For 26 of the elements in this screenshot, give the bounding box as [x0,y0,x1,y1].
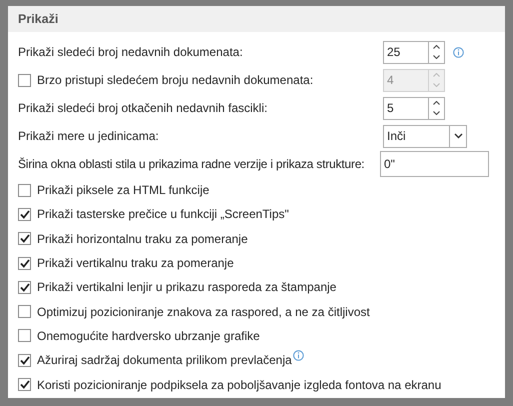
option-label: Prikaži vertikalnu traku za pomeranje [37,256,234,270]
option-label: Prikaži horizontalnu traku za pomeranje [37,232,248,246]
checkbox[interactable] [18,232,31,246]
checkbox[interactable] [18,184,31,197]
option-label: Prikaži mere u jedinicama: [18,129,159,143]
option-label: Prikaži sledeći broj nedavnih dokumenata: [18,45,243,59]
option-label: Onemogućite hardversko ubrzanje grafike [37,328,260,343]
checkbox[interactable] [18,354,31,367]
option-label: Optimizuj pozicioniranje znakova za raspored, a ne za čitljivost [37,304,370,319]
option-label: Prikaži vertikalni lenjir u prikazu rasporeda za štampanje [37,280,336,294]
option-label: Koristi pozicioniranje podpiksela za poboljšavanje izgleda fontova na ekranu [37,378,442,392]
checkbox[interactable] [18,208,31,221]
option-label: Prikaži piksele za HTML funkcije [37,183,210,198]
option-label: Brzo pristupi sledećem broju nedavnih dokumenata: [37,73,314,87]
option-label: Ažuriraj sadržaj dokumenta prilikom prevlačenja [37,353,292,368]
option-label: Prikaži tasterske prečice u funkciji „ScreenTips" [37,207,289,222]
checkbox[interactable] [18,280,31,294]
option-label: Prikaži sledeći broj otkačenih nedavnih fascikli: [18,101,268,115]
option-label: Širina okna oblasti stila u prikazima radne verzije i prikaza strukture: [18,157,364,171]
checkbox[interactable] [18,378,31,392]
checkbox[interactable] [18,329,31,342]
section-header: Prikaži [8,6,505,32]
width-input-field[interactable]: 0" [380,151,489,177]
checkbox[interactable] [18,305,31,318]
chevron-down-icon [454,133,462,139]
checkbox[interactable] [18,256,31,270]
